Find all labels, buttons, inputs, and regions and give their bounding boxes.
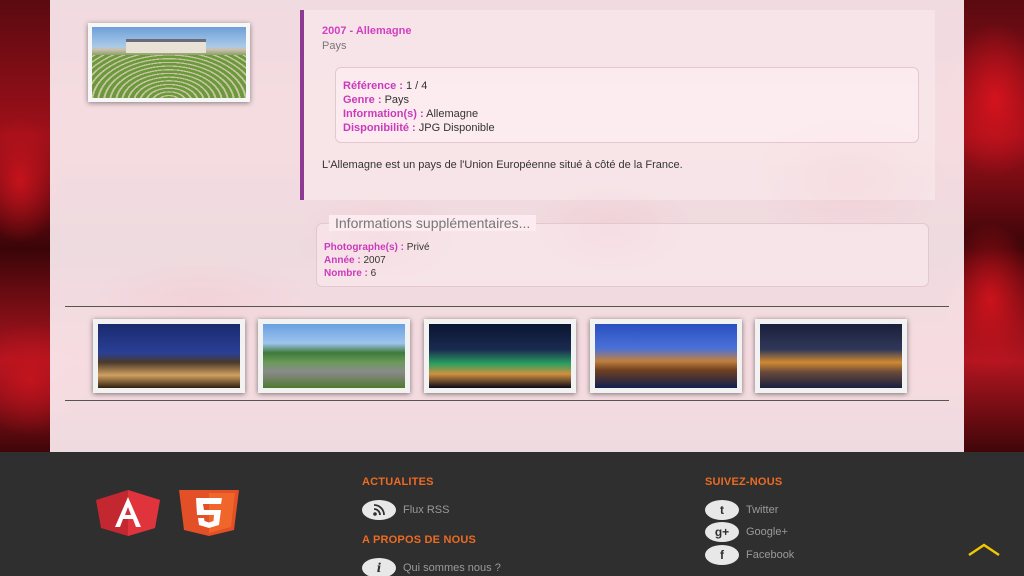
google-plus-icon: g+ bbox=[705, 522, 739, 542]
twitter-label: Twitter bbox=[746, 504, 779, 516]
twitter-icon: t bbox=[705, 500, 739, 520]
info-value: Allemagne bbox=[423, 108, 479, 120]
extra-info-legend: Informations supplémentaires... bbox=[329, 215, 537, 231]
info-icon: i bbox=[362, 558, 396, 576]
facebook-link[interactable]: f Facebook bbox=[705, 545, 794, 565]
photo-description: L'Allemagne est un pays de l'Union Europ… bbox=[322, 159, 683, 171]
extra-label: Nombre : bbox=[324, 268, 368, 279]
rss-icon bbox=[362, 500, 396, 520]
thumbnail-city-night[interactable] bbox=[93, 319, 245, 393]
extra-value: Privé bbox=[404, 242, 430, 253]
info-row-disponibilite: Disponibilité : JPG Disponible bbox=[343, 121, 918, 135]
thumbnail-cathedral-bridge[interactable] bbox=[424, 319, 576, 393]
rss-label: Flux RSS bbox=[403, 504, 450, 516]
google-plus-label: Google+ bbox=[746, 526, 788, 538]
suivez-nous-title: SUIVEZ-NOUS bbox=[705, 476, 783, 488]
photo-category: Pays bbox=[322, 40, 347, 52]
extra-label: Photographe(s) : bbox=[324, 242, 404, 253]
photo-title: 2007 - Allemagne bbox=[322, 25, 412, 37]
extra-info-rows: Photographe(s) : Privé Année : 2007 Nomb… bbox=[324, 241, 430, 280]
extra-row-nombre: Nombre : 6 bbox=[324, 267, 430, 280]
info-label: Disponibilité : bbox=[343, 122, 416, 134]
main-photo-thumbnail[interactable] bbox=[88, 23, 250, 102]
extra-value: 2007 bbox=[360, 255, 386, 266]
info-row-information: Information(s) : Allemagne bbox=[343, 107, 918, 121]
divider-top bbox=[65, 306, 949, 307]
photo-detail: 2007 - Allemagne Pays Référence : 1 / 4 … bbox=[300, 10, 935, 200]
google-plus-link[interactable]: g+ Google+ bbox=[705, 522, 788, 542]
apropos-title: A PROPOS DE NOUS bbox=[362, 534, 477, 546]
divider-bottom bbox=[65, 400, 949, 401]
extra-label: Année : bbox=[324, 255, 361, 266]
info-row-genre: Genre : Pays bbox=[343, 93, 918, 107]
info-box: Référence : 1 / 4 Genre : Pays Informati… bbox=[335, 67, 919, 143]
angular-logo-icon bbox=[96, 490, 160, 536]
thumbnail-riverside-city[interactable] bbox=[590, 319, 742, 393]
twitter-link[interactable]: t Twitter bbox=[705, 500, 778, 520]
info-label: Information(s) : bbox=[343, 108, 424, 120]
castle-image bbox=[126, 39, 206, 53]
facebook-label: Facebook bbox=[746, 549, 795, 561]
info-value: JPG Disponible bbox=[415, 122, 495, 134]
rss-link[interactable]: Flux RSS bbox=[362, 500, 449, 520]
qui-sommes-nous-link[interactable]: i Qui sommes nous ? bbox=[362, 558, 501, 576]
garden-maze-image bbox=[92, 55, 246, 98]
thumbnail-strip bbox=[93, 319, 913, 393]
info-value: 1 / 4 bbox=[402, 80, 428, 92]
actualites-title: ACTUALITES bbox=[362, 476, 434, 488]
thumbnail-castle-lake[interactable] bbox=[755, 319, 907, 393]
scroll-top-chevron-icon[interactable] bbox=[966, 540, 1002, 560]
extra-row-photographe: Photographe(s) : Privé bbox=[324, 241, 430, 254]
html5-logo-icon bbox=[179, 490, 239, 536]
thumbnail-river-valley[interactable] bbox=[258, 319, 410, 393]
info-label: Genre : bbox=[343, 94, 382, 106]
facebook-icon: f bbox=[705, 545, 739, 565]
extra-value: 6 bbox=[367, 268, 377, 279]
info-row-reference: Référence : 1 / 4 bbox=[343, 79, 918, 93]
info-value: Pays bbox=[381, 94, 410, 106]
extra-row-annee: Année : 2007 bbox=[324, 254, 430, 267]
extra-info-fieldset: Informations supplémentaires... Photogra… bbox=[316, 215, 929, 287]
qui-sommes-nous-label: Qui sommes nous ? bbox=[403, 562, 501, 574]
info-label: Référence : bbox=[343, 80, 403, 92]
